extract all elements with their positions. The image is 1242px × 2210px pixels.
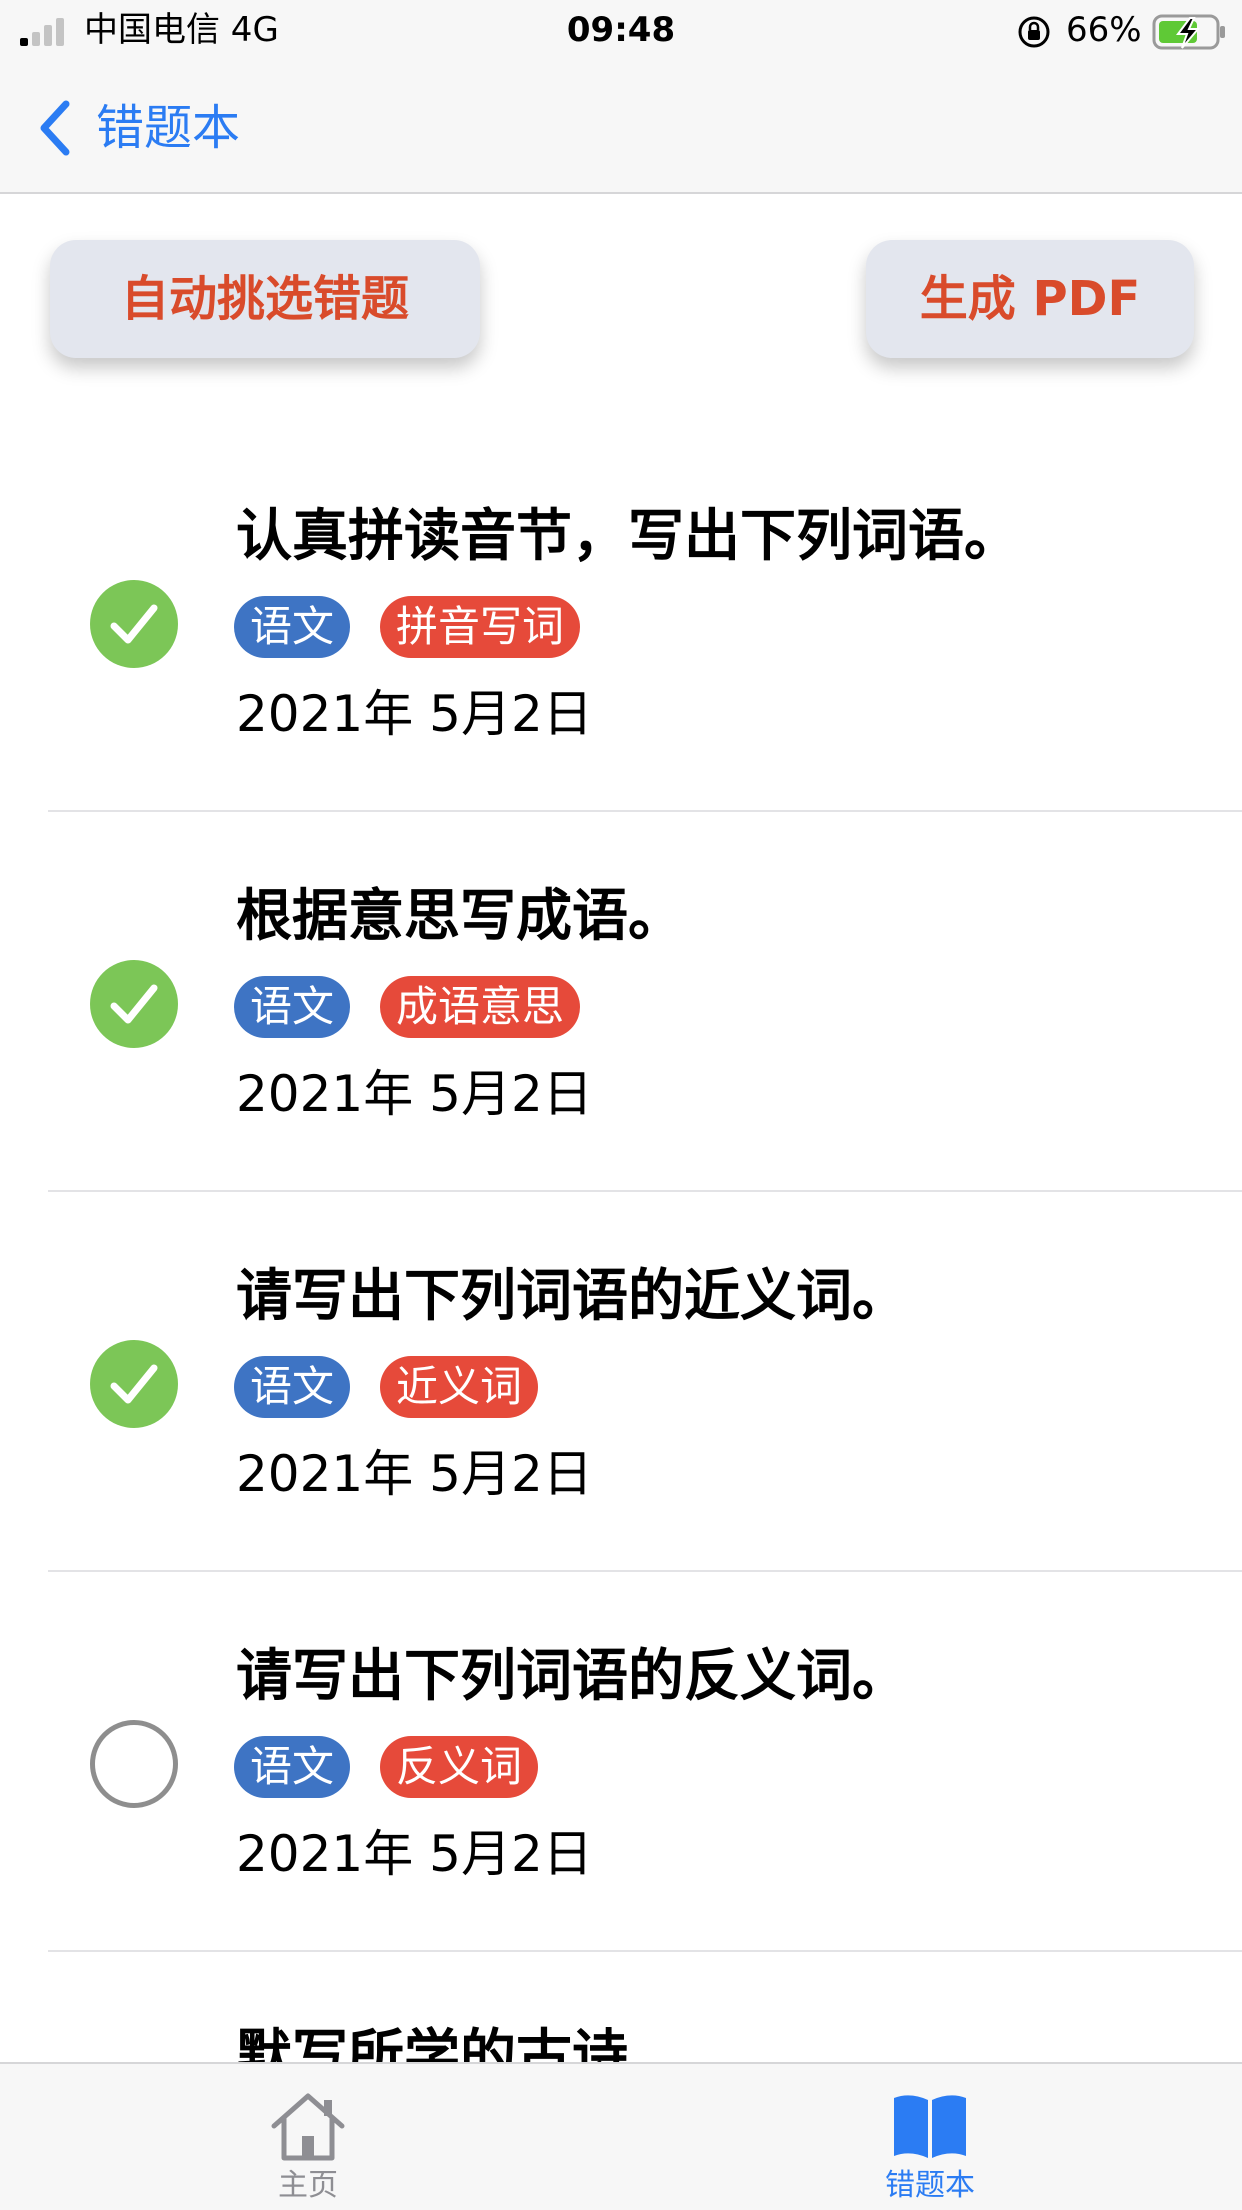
tab-notebook[interactable]: 错题本 (820, 2064, 1040, 2210)
question-title: 根据意思写成语。 (236, 884, 684, 949)
checkbox-checked[interactable] (90, 960, 178, 1048)
tab-bar: 主页 错题本 (0, 2062, 1242, 2210)
rotation-lock-icon (1018, 16, 1050, 48)
topic-tag: 拼音写词 (380, 596, 581, 658)
house-icon (271, 2093, 345, 2161)
question-title: 请写出下列词语的近义词。 (236, 1264, 908, 1329)
battery-percent: 66% (1066, 10, 1142, 50)
tag-group: 语文 反义词 (234, 1736, 539, 1800)
tag-group: 语文 拼音写词 (234, 596, 581, 660)
tag-group: 语文 成语意思 (234, 976, 581, 1040)
navigation-bar: 错题本 (0, 62, 1242, 194)
list-item[interactable]: 根据意思写成语。 语文 成语意思 2021年 5月2日 (48, 812, 1242, 1192)
auto-select-wrong-questions-button[interactable]: 自动挑选错题 (50, 240, 480, 358)
tab-notebook-label: 错题本 (885, 2168, 975, 2203)
list-item[interactable]: 默写所学的古诗 (48, 1952, 1242, 2062)
tab-home-label: 主页 (278, 2168, 338, 2203)
topic-tag: 反义词 (380, 1736, 539, 1798)
question-title: 认真拼读音节，写出下列词语。 (236, 504, 1020, 569)
subject-tag: 语文 (234, 976, 351, 1038)
checkmark-icon (110, 604, 158, 644)
checkbox-unchecked[interactable] (90, 1720, 178, 1808)
chevron-left-icon[interactable] (34, 98, 74, 158)
subject-tag: 语文 (234, 1736, 351, 1798)
subject-tag: 语文 (234, 596, 351, 658)
question-title: 请写出下列词语的反义词。 (236, 1644, 908, 1709)
topic-tag: 近义词 (380, 1356, 539, 1418)
battery-charging-icon (1152, 14, 1225, 50)
list-item[interactable]: 请写出下列词语的近义词。 语文 近义词 2021年 5月2日 (48, 1192, 1242, 1572)
status-bar: 中国电信 4G 09:48 66% (0, 0, 1242, 62)
question-date: 2021年 5月2日 (236, 1825, 593, 1883)
back-button-title[interactable]: 错题本 (96, 98, 240, 158)
question-date: 2021年 5月2日 (236, 1445, 593, 1503)
checkbox-checked[interactable] (90, 1340, 178, 1428)
subject-tag: 语文 (234, 1356, 351, 1418)
checkmark-icon (110, 984, 158, 1024)
question-date: 2021年 5月2日 (236, 1065, 593, 1123)
checkbox-checked[interactable] (90, 580, 178, 668)
checkmark-icon (110, 1364, 158, 1404)
list-item[interactable]: 认真拼读音节，写出下列词语。 语文 拼音写词 2021年 5月2日 (48, 432, 1242, 812)
topic-tag: 成语意思 (380, 976, 581, 1038)
question-title: 默写所学的古诗 (236, 2024, 628, 2062)
question-date: 2021年 5月2日 (236, 685, 593, 743)
list-item[interactable]: 请写出下列词语的反义词。 语文 反义词 2021年 5月2日 (48, 1572, 1242, 1952)
tag-group: 语文 近义词 (234, 1356, 539, 1420)
generate-pdf-button[interactable]: 生成 PDF (866, 240, 1194, 358)
tab-home[interactable]: 主页 (198, 2064, 418, 2210)
status-time: 09:48 (566, 10, 676, 50)
open-book-icon (894, 2095, 966, 2158)
